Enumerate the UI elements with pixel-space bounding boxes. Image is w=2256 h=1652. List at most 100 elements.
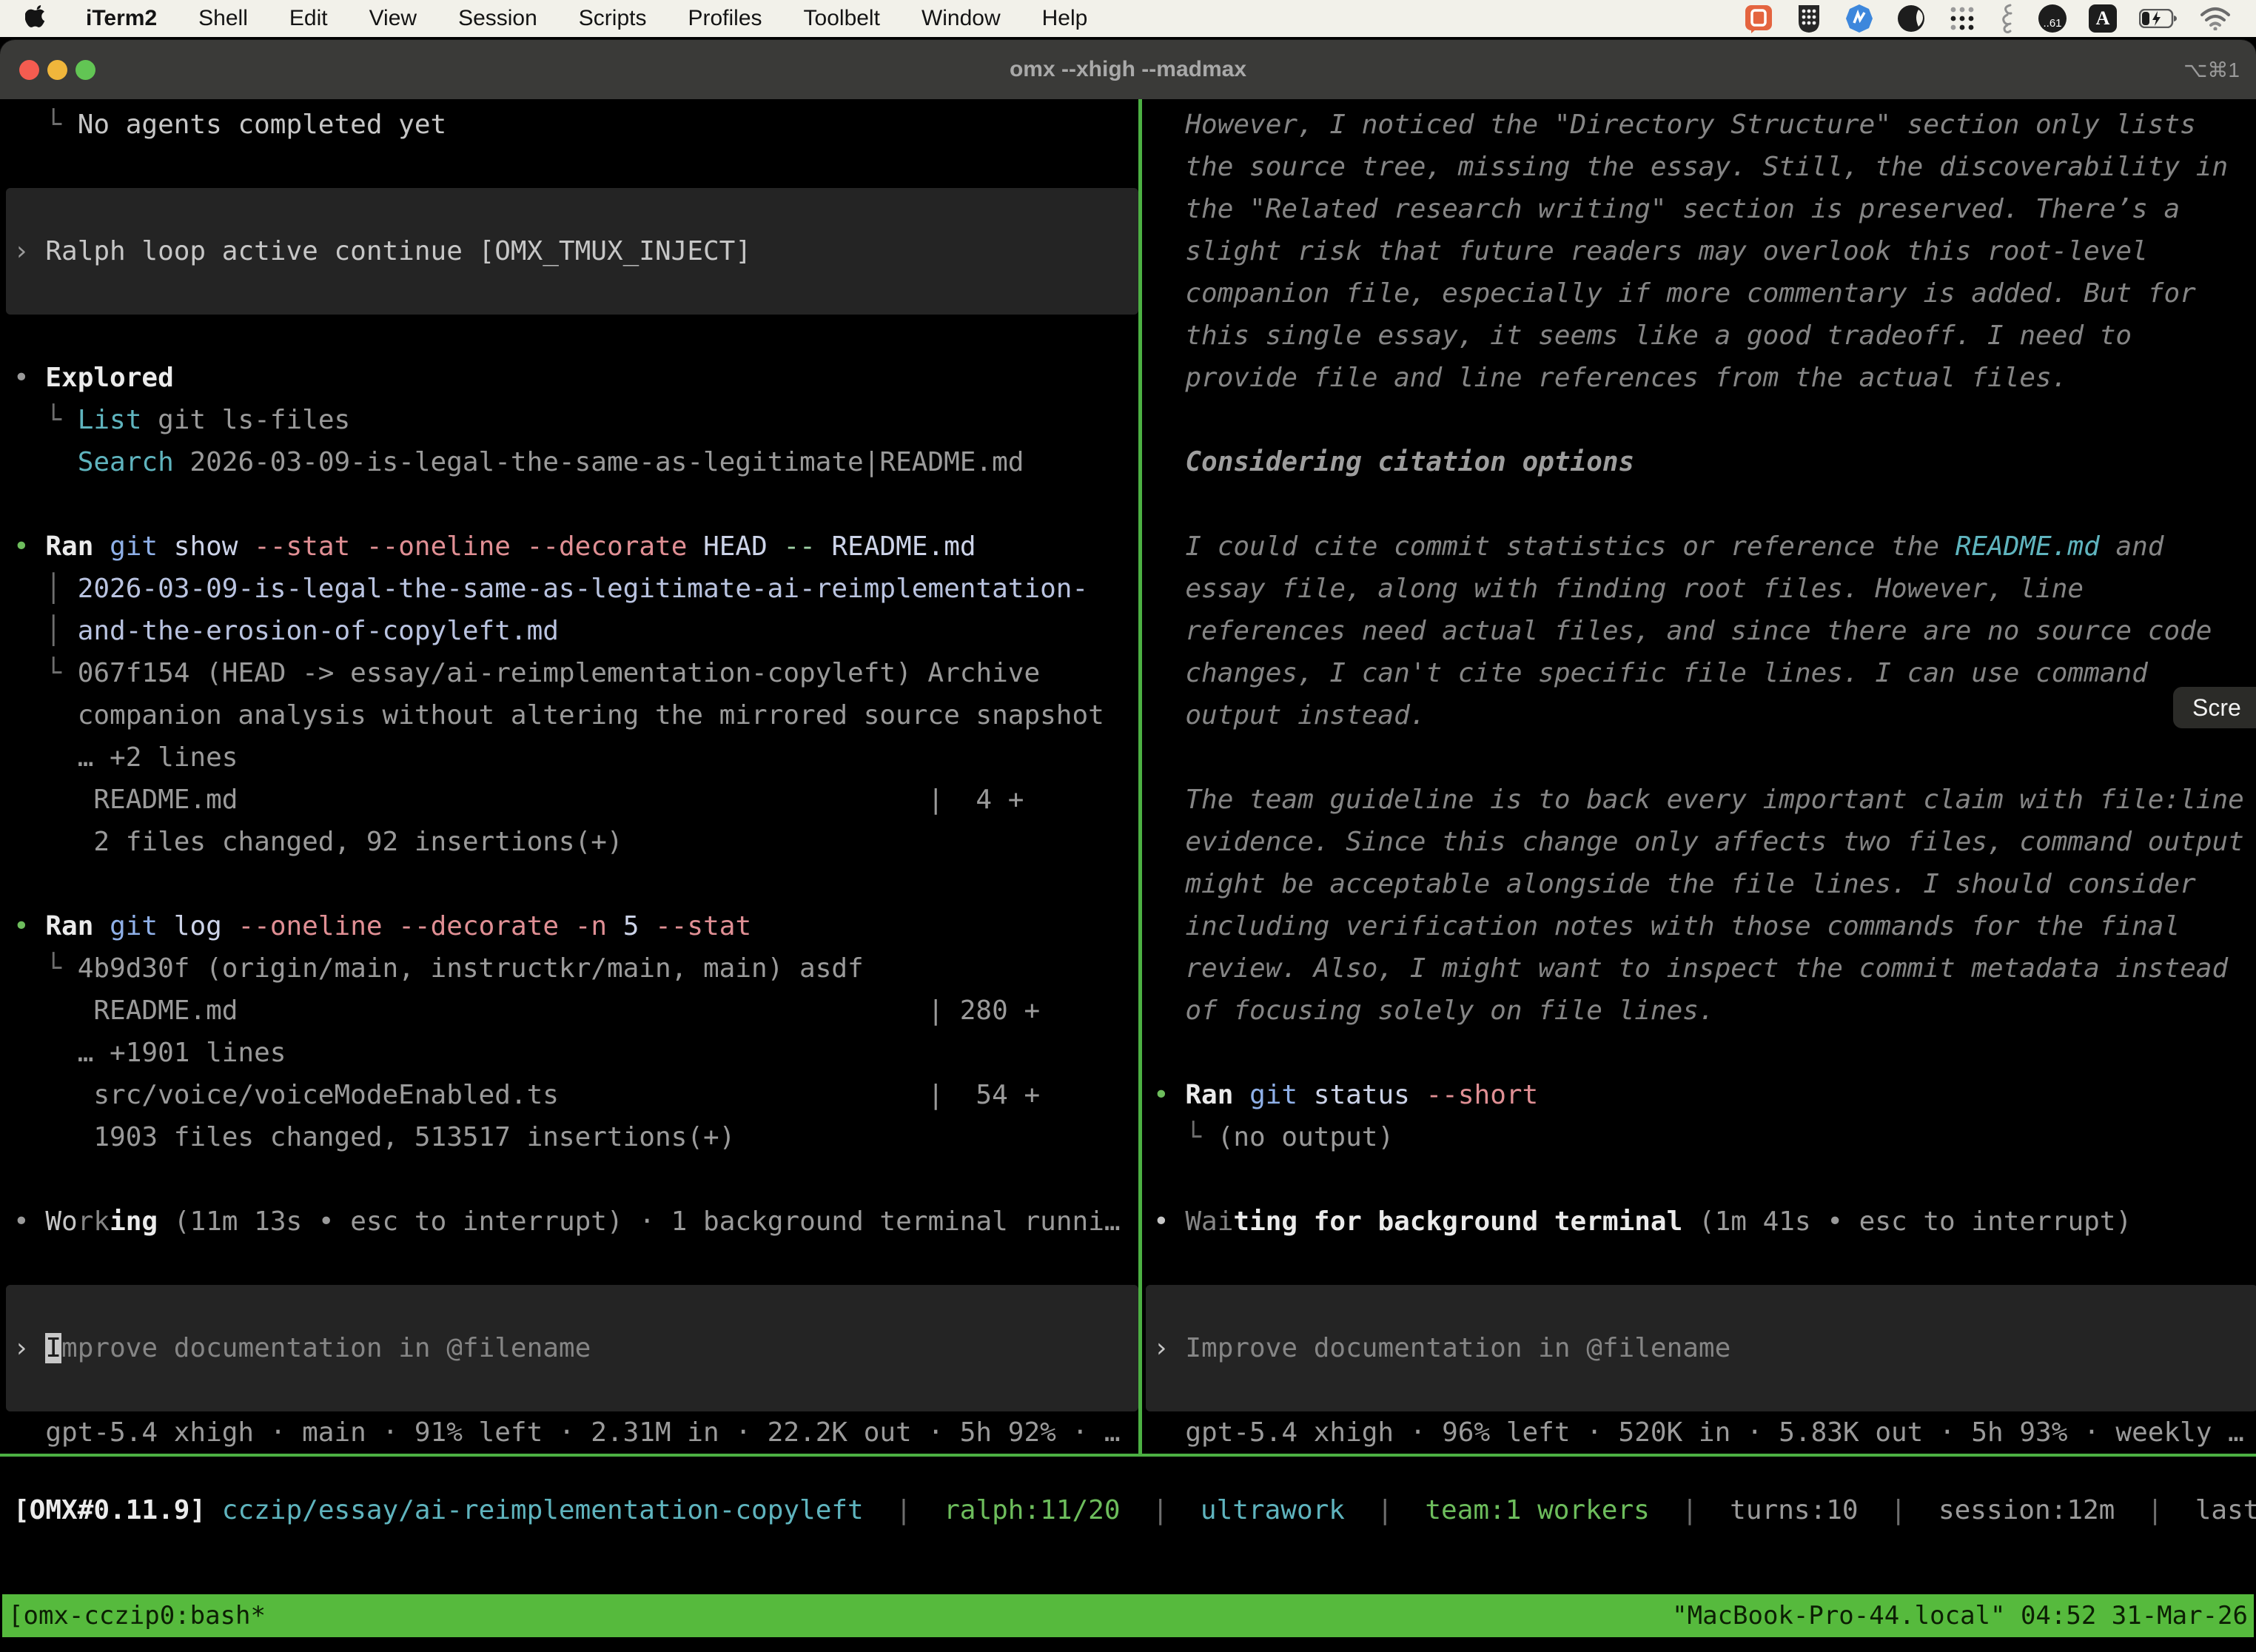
minimize-button[interactable]	[47, 60, 67, 80]
left-prompt-input[interactable]: › Improve documentation in @filename	[6, 1285, 1138, 1411]
iterm2-window: omx --xhigh --madmax ⌥⌘1 └ No agents com…	[0, 40, 2256, 1652]
cmd-wrap-2: │ and-the-erosion-of-copyleft.md	[13, 610, 1135, 652]
ran-git-status: • Ran git status --short	[1153, 1074, 2255, 1116]
input-text: › Improve documentation in @filename	[1153, 1327, 1730, 1369]
screen-share-icon[interactable]	[1744, 4, 1773, 33]
ran-git-show: • Ran git show --stat --oneline --decora…	[13, 526, 1135, 568]
commit-line: └ 067f154 (HEAD -> essay/ai-reimplementa…	[13, 652, 1135, 694]
elided-lines: … +2 lines	[13, 736, 1135, 779]
close-button[interactable]	[19, 60, 39, 80]
working-status: • Working (11m 13s • esc to interrupt) ·…	[13, 1201, 1135, 1243]
macos-menu-bar: iTerm2 Shell Edit View Session Scripts Profile…	[0, 0, 2256, 37]
menu-item-scripts[interactable]: Scripts	[579, 6, 647, 31]
menu-item-iterm2[interactable]: iTerm2	[86, 6, 157, 31]
menu-item-edit[interactable]: Edit	[289, 6, 328, 31]
log-elided: … +1901 lines	[13, 1032, 1135, 1074]
menu-item-shell[interactable]: Shell	[198, 6, 248, 31]
pane-divider-horizontal[interactable]	[0, 1454, 2256, 1457]
thinking-prose: the "Related research writing" section i…	[1153, 188, 2255, 230]
blank-line	[13, 1158, 1135, 1201]
pane-divider-vertical[interactable]	[1138, 99, 1142, 1454]
stat-summary: 2 files changed, 92 insertions(+)	[13, 821, 1135, 863]
thinking-prose: review. Also, I might want to inspect th…	[1153, 947, 2255, 990]
right-agent-pane[interactable]: However, I noticed the "Directory Struct…	[1153, 104, 2255, 1454]
thinking-prose: However, I noticed the "Directory Struct…	[1153, 104, 2255, 146]
explored-header: • Explored	[13, 357, 1135, 399]
thinking-prose: of focusing solely on file lines.	[1153, 990, 2255, 1032]
blank-line	[13, 863, 1135, 905]
log-stat-voice: src/voice/voiceModeEnabled.ts | 54 +	[13, 1074, 1135, 1116]
input-text: › Ralph loop active continue [OMX_TMUX_I…	[13, 230, 751, 272]
alfred-a-icon[interactable]: A	[2089, 4, 2117, 33]
window-title: omx --xhigh --madmax	[1010, 57, 1246, 82]
tmux-status-bar: [omx-cczip0:bash* "MacBook-Pro-44.local"…	[2, 1594, 2254, 1637]
status-output: └ (no output)	[1153, 1116, 2255, 1158]
blank-line	[1153, 736, 2255, 779]
menu-items: iTerm2 Shell Edit View Session Scripts Profile…	[86, 6, 1087, 31]
squiggle-icon[interactable]	[1998, 3, 2016, 34]
blank-line	[1153, 1243, 2255, 1285]
thinking-prose: references need actual files, and since …	[1153, 610, 2255, 652]
menu-item-view[interactable]: View	[369, 6, 417, 31]
left-session-stats: gpt-5.4 xhigh · main · 91% left · 2.31M …	[13, 1411, 1135, 1454]
blue-badge-icon[interactable]	[1844, 4, 1874, 33]
menu-item-help[interactable]: Help	[1042, 6, 1088, 31]
blank-line	[1153, 1032, 2255, 1074]
window-shortcut-badge: ⌥⌘1	[2183, 58, 2240, 82]
thinking-prose: I could cite commit statistics or refere…	[1153, 526, 2255, 568]
thinking-prose: output instead.	[1153, 694, 2255, 736]
thinking-heading: Considering citation options	[1153, 441, 2255, 483]
thinking-prose: slight risk that future readers may over…	[1153, 230, 2255, 272]
commit-line-2: companion analysis without altering the …	[13, 694, 1135, 736]
left-agent-pane[interactable]: └ No agents completed yet › Ralph loop ac…	[13, 104, 1135, 1454]
explored-search: Search 2026-03-09-is-legal-the-same-as-l…	[13, 441, 1135, 483]
log-stat-readme: README.md | 280 +	[13, 990, 1135, 1032]
waiting-status: • Waiting for background terminal (1m 41…	[1153, 1201, 2255, 1243]
zoom-button[interactable]	[75, 60, 95, 80]
right-prompt-input[interactable]: › Improve documentation in @filename	[1146, 1285, 2256, 1411]
thinking-prose: provide file and line references from th…	[1153, 357, 2255, 399]
omx-status-line: [OMX#0.11.9] cczip/essay/ai-reimplementa…	[13, 1489, 2256, 1531]
battery-icon[interactable]	[2139, 9, 2178, 28]
left-injected-prompt-box[interactable]: › Ralph loop active continue [OMX_TMUX_I…	[6, 188, 1138, 315]
thinking-prose: might be acceptable alongside the file l…	[1153, 863, 2255, 905]
input-text: › Improve documentation in @filename	[13, 1327, 591, 1369]
log-commit: └ 4b9d30f (origin/main, instructkr/main,…	[13, 947, 1135, 990]
window-title-bar[interactable]: omx --xhigh --madmax ⌥⌘1	[0, 40, 2256, 99]
thinking-prose: companion file, especially if more comme…	[1153, 272, 2255, 315]
thinking-prose: essay file, along with finding root file…	[1153, 568, 2255, 610]
blank-line	[13, 1243, 1135, 1285]
blank-line	[1153, 399, 2255, 441]
blank-line	[1153, 483, 2255, 526]
thinking-prose: evidence. Since this change only affects…	[1153, 821, 2255, 863]
dots-grid-icon[interactable]	[1948, 4, 1976, 33]
apple-logo-icon[interactable]	[25, 5, 50, 32]
menu-item-session[interactable]: Session	[458, 6, 537, 31]
blank-line	[13, 315, 1135, 357]
keypad-shield-icon[interactable]	[1796, 4, 1822, 33]
stat-readme: README.md | 4 +	[13, 779, 1135, 821]
count-badge-icon[interactable]: ..61	[2038, 4, 2067, 33]
menu-item-window[interactable]: Window	[921, 6, 1001, 31]
agents-status-line: └ No agents completed yet	[13, 104, 1135, 146]
cmd-wrap-1: │ 2026-03-09-is-legal-the-same-as-legiti…	[13, 568, 1135, 610]
explored-list: └ List git ls-files	[13, 399, 1135, 441]
blank-line	[13, 483, 1135, 526]
terminal-content[interactable]: └ No agents completed yet › Ralph loop ac…	[0, 99, 2256, 1652]
thinking-prose: The team guideline is to back every impo…	[1153, 779, 2255, 821]
menu-item-toolbelt[interactable]: Toolbelt	[804, 6, 880, 31]
wifi-icon[interactable]	[2200, 7, 2231, 30]
thinking-prose: the source tree, missing the essay. Stil…	[1153, 146, 2255, 188]
menu-item-profiles[interactable]: Profiles	[688, 6, 762, 31]
thinking-prose: including verification notes with those …	[1153, 905, 2255, 947]
dark-disc-icon[interactable]	[1896, 4, 1926, 33]
screen-capture-overlay-button[interactable]: Scre	[2173, 687, 2256, 728]
blank-line	[13, 146, 1135, 188]
tmux-session-label: [omx-cczip0:bash*	[8, 1601, 266, 1631]
right-session-stats: gpt-5.4 xhigh · 96% left · 520K in · 5.8…	[1153, 1411, 2255, 1454]
tmux-host-clock: "MacBook-Pro-44.local" 04:52 31-Mar-26	[1672, 1601, 2248, 1631]
log-summary: 1903 files changed, 513517 insertions(+)	[13, 1116, 1135, 1158]
screen-capture-overlay-label: Scre	[2192, 694, 2241, 722]
blank-line	[1153, 1158, 2255, 1201]
thinking-prose: changes, I can't cite specific file line…	[1153, 652, 2255, 694]
